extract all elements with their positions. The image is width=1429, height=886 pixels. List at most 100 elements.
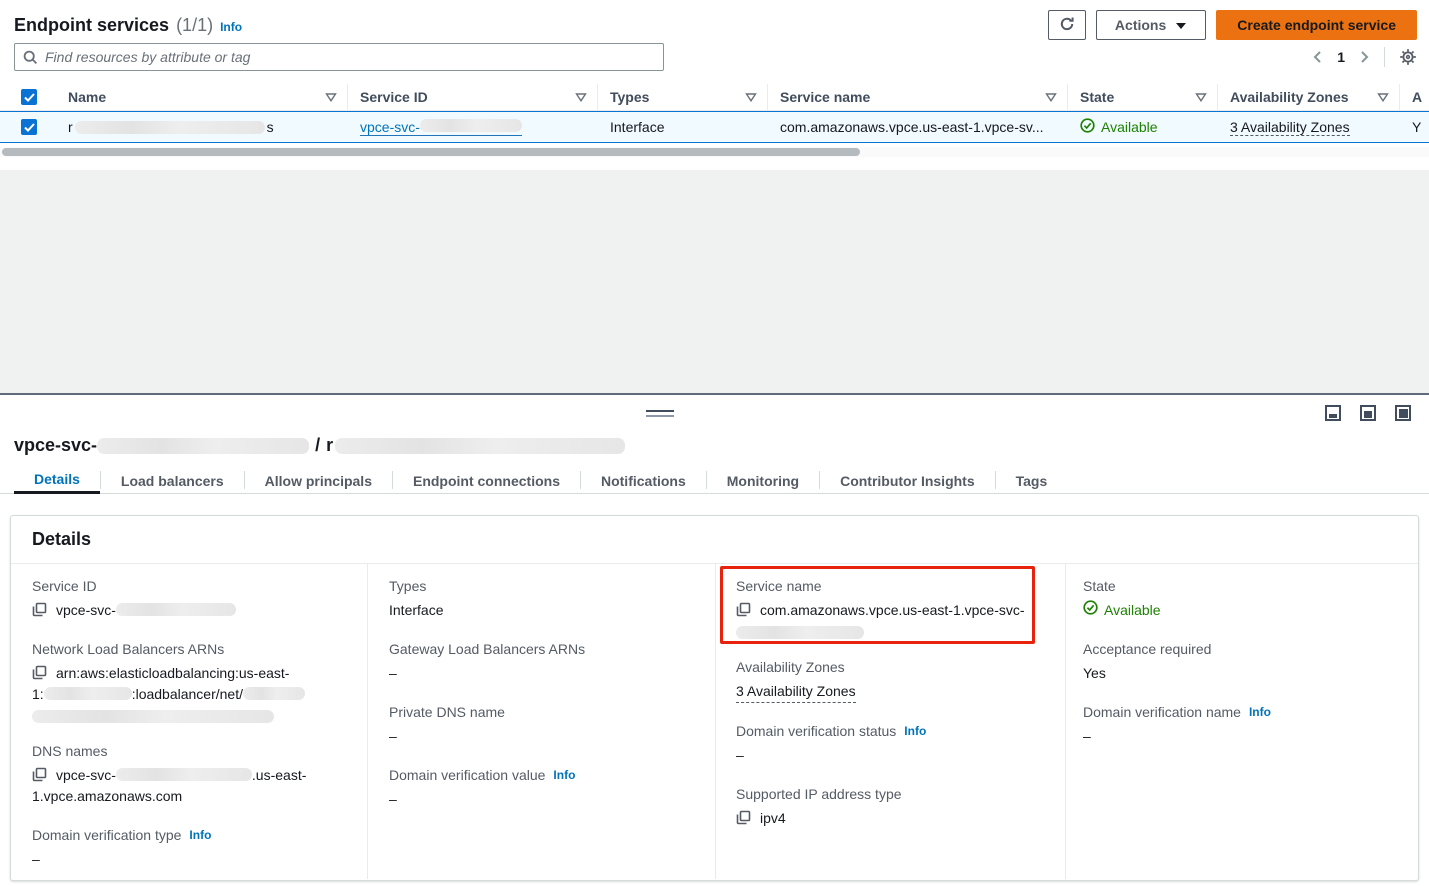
copy-icon[interactable]	[32, 665, 47, 680]
copy-icon[interactable]	[32, 767, 47, 782]
field-label: Domain verification name	[1083, 704, 1241, 720]
info-link[interactable]: Info	[189, 828, 211, 842]
info-link[interactable]: Info	[553, 768, 575, 782]
search-input[interactable]	[45, 49, 655, 65]
service-name-value: com.amazonaws.vpce.us-east-1.vpce-sv...	[780, 119, 1044, 135]
field-domain-verification-value: Domain verification value Info –	[389, 767, 697, 810]
endpoint-services-table: Name Service ID Types Service name State	[0, 84, 1429, 143]
title-name-fragment: r	[326, 435, 333, 456]
column-header-availability-zones[interactable]: Availability Zones	[1218, 84, 1400, 110]
row-select-cell	[0, 112, 56, 142]
tab-label: Load balancers	[121, 473, 224, 489]
status-available-icon	[1083, 600, 1098, 621]
column-header-acceptance-truncated[interactable]: A	[1400, 84, 1429, 110]
tab-contributor-insights[interactable]: Contributor Insights	[820, 467, 995, 494]
select-all-cell	[0, 84, 56, 110]
availability-zones-link[interactable]: 3 Availability Zones	[736, 681, 856, 703]
cell-availability-zones: 3 Availability Zones	[1218, 112, 1400, 142]
column-label: State	[1080, 89, 1189, 105]
horizontal-scrollbar-thumb[interactable]	[2, 148, 860, 156]
field-label: Service name	[736, 578, 822, 594]
field-domain-verification-type: Domain verification type Info –	[32, 827, 349, 870]
column-header-service-name[interactable]: Service name	[768, 84, 1068, 110]
empty-value: –	[1083, 726, 1400, 747]
title-service-id-prefix: vpce-svc-	[14, 435, 97, 456]
info-link[interactable]: Info	[904, 724, 926, 738]
panel-position-full-icon[interactable]	[1395, 405, 1411, 421]
sort-icon[interactable]	[745, 93, 757, 102]
tab-label: Details	[34, 471, 80, 487]
tab-notifications[interactable]: Notifications	[581, 467, 706, 494]
next-page-icon[interactable]	[1359, 50, 1370, 64]
info-link[interactable]: Info	[220, 20, 242, 34]
table-header-row: Name Service ID Types Service name State	[0, 84, 1429, 111]
sort-icon[interactable]	[325, 93, 337, 102]
settings-gear-icon[interactable]	[1399, 48, 1417, 66]
column-header-service-id[interactable]: Service ID	[348, 84, 598, 110]
field-acceptance-required: Acceptance required Yes	[1083, 641, 1400, 684]
empty-value: –	[389, 789, 697, 810]
sort-icon[interactable]	[1045, 93, 1057, 102]
previous-page-icon[interactable]	[1312, 50, 1323, 64]
field-label: DNS names	[32, 743, 107, 759]
tab-label: Monitoring	[727, 473, 799, 489]
details-column-2: Types Interface Gateway Load Balancers A…	[368, 564, 716, 879]
ip-value: ipv4	[760, 810, 786, 826]
field-service-name: Service name com.amazonaws.vpce.us-east-…	[736, 578, 1047, 639]
tab-load-balancers[interactable]: Load balancers	[101, 467, 244, 494]
tab-monitoring[interactable]: Monitoring	[707, 467, 819, 494]
field-domain-verification-status: Domain verification status Info –	[736, 723, 1047, 766]
empty-value: –	[389, 663, 697, 684]
actions-button[interactable]: Actions	[1096, 10, 1206, 40]
field-label: Acceptance required	[1083, 641, 1211, 657]
split-panel: vpce-svc-/r Details Load balancers Allow…	[0, 393, 1429, 886]
column-label: Types	[610, 89, 739, 105]
refresh-button[interactable]	[1048, 10, 1086, 40]
redacted-text	[44, 687, 132, 700]
column-header-name[interactable]: Name	[56, 84, 348, 110]
table-row[interactable]: rs vpce-svc- Interface com.amazonaws.vpc…	[0, 111, 1429, 143]
service-id-link[interactable]: vpce-svc-	[360, 119, 522, 136]
column-header-types[interactable]: Types	[598, 84, 768, 110]
field-state: State Available	[1083, 578, 1400, 621]
panel-position-bottom-icon[interactable]	[1325, 405, 1341, 421]
row-checkbox[interactable]	[21, 119, 37, 135]
tab-endpoint-connections[interactable]: Endpoint connections	[393, 467, 580, 494]
resource-count: (1/1)	[176, 15, 213, 36]
acceptance-fragment: Y	[1412, 119, 1421, 135]
copy-icon[interactable]	[32, 602, 47, 617]
actions-button-label: Actions	[1115, 17, 1166, 33]
tab-allow-principals[interactable]: Allow principals	[245, 467, 392, 494]
field-label: Types	[389, 578, 426, 594]
copy-icon[interactable]	[736, 810, 751, 825]
dns-fragment: 1.vpce.amazonaws.com	[32, 788, 182, 804]
pagination: 1	[1312, 43, 1417, 71]
field-label: Gateway Load Balancers ARNs	[389, 641, 585, 657]
column-label: Name	[68, 89, 319, 105]
field-supported-ip-address-type: Supported IP address type ipv4	[736, 786, 1047, 829]
split-panel-drag-handle[interactable]	[646, 410, 674, 417]
details-column-3: Service name com.amazonaws.vpce.us-east-…	[716, 564, 1066, 879]
sort-icon[interactable]	[575, 93, 587, 102]
sort-icon[interactable]	[1195, 93, 1207, 102]
field-label: Domain verification value	[389, 767, 545, 783]
info-link[interactable]: Info	[1249, 705, 1271, 719]
panel-position-half-icon[interactable]	[1360, 405, 1376, 421]
redacted-text	[420, 119, 522, 132]
field-label: Availability Zones	[736, 659, 845, 675]
select-all-checkbox[interactable]	[21, 89, 37, 105]
state-value: Available	[1101, 119, 1158, 135]
create-endpoint-service-button[interactable]: Create endpoint service	[1216, 10, 1417, 40]
split-panel-preferences	[1325, 405, 1411, 421]
search-box[interactable]	[14, 43, 664, 71]
cell-state: Available	[1068, 112, 1218, 142]
sort-icon[interactable]	[1377, 93, 1389, 102]
copy-icon[interactable]	[736, 602, 751, 617]
tab-tags[interactable]: Tags	[996, 467, 1068, 494]
tab-details[interactable]: Details	[14, 467, 100, 494]
cell-name: rs	[56, 112, 348, 142]
tab-label: Allow principals	[265, 473, 372, 489]
page-number[interactable]: 1	[1337, 49, 1345, 65]
column-header-state[interactable]: State	[1068, 84, 1218, 110]
availability-zones-link[interactable]: 3 Availability Zones	[1230, 119, 1350, 136]
